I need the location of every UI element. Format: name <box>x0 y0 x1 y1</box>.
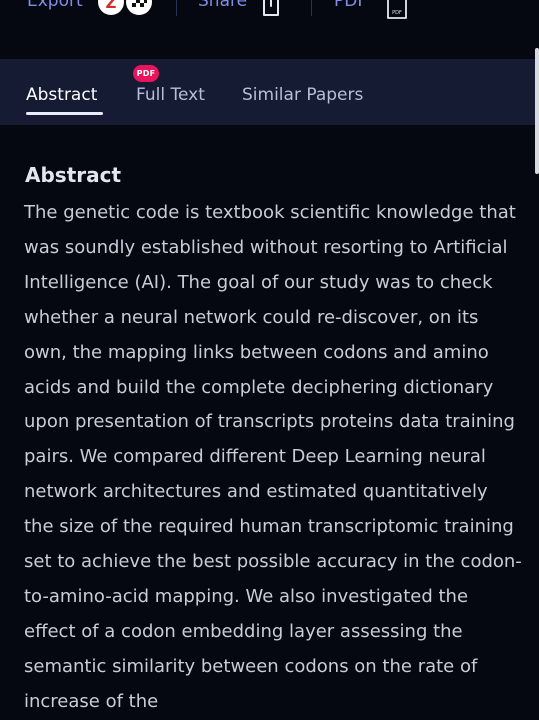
tab-abstract[interactable]: Abstract <box>26 85 97 105</box>
export-button[interactable]: Export <box>27 0 83 11</box>
pdf-button[interactable]: PDF <box>334 0 367 11</box>
tab-similar-papers[interactable]: Similar Papers <box>242 85 363 105</box>
abstract-text: The genetic code is textbook scientific … <box>24 202 522 712</box>
zotero-icon[interactable]: Z <box>97 0 153 18</box>
toolbar-divider <box>311 0 312 16</box>
zotero-badge-text: Z <box>106 0 117 12</box>
share-button[interactable]: Share <box>198 0 247 11</box>
pdf-file-icon[interactable]: PDF <box>386 0 408 20</box>
abstract-section: Abstract The genetic code is textbook sc… <box>22 158 522 720</box>
paper-viewer-screen: Export Z Share PDF PDF Abstract PDF Full… <box>0 0 539 720</box>
share-icon[interactable] <box>260 0 282 18</box>
top-toolbar: Export Z Share PDF PDF <box>0 0 539 60</box>
toolbar-divider <box>176 0 177 16</box>
abstract-heading: Abstract <box>25 163 122 187</box>
active-tab-indicator <box>26 112 103 115</box>
scrollbar-thumb[interactable] <box>535 48 539 174</box>
tab-bar: Abstract PDF Full Text Similar Papers <box>0 59 536 125</box>
pdf-file-icon-text: PDF <box>392 10 402 16</box>
tab-full-text[interactable]: Full Text <box>136 85 205 105</box>
pdf-badge: PDF <box>133 65 159 82</box>
